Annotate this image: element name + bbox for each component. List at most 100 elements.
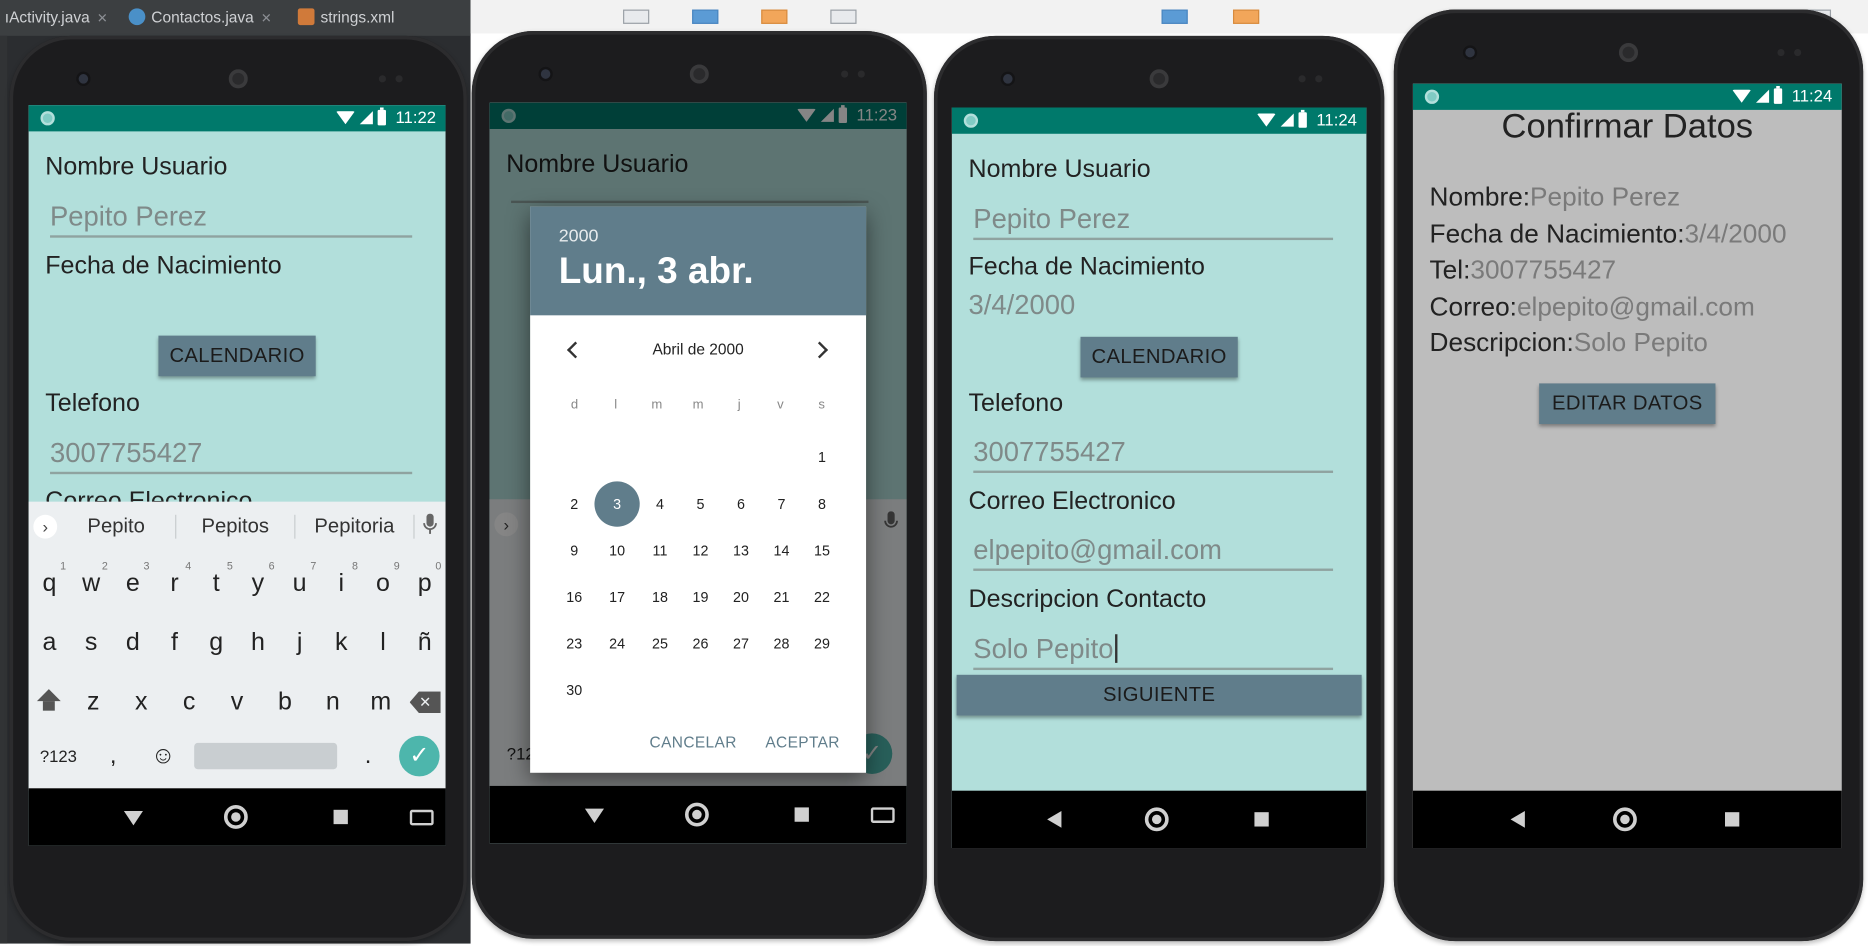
key[interactable]: s bbox=[72, 628, 110, 657]
editor-tab[interactable]: ıActivity.java ✕ bbox=[5, 8, 108, 26]
key[interactable]: n bbox=[314, 688, 352, 717]
key[interactable]: z bbox=[74, 688, 112, 717]
toolbar-icon[interactable] bbox=[623, 9, 650, 24]
suggestion[interactable]: Pepitoria bbox=[295, 514, 415, 539]
cancel-button[interactable]: CANCELAR bbox=[650, 733, 737, 751]
key[interactable]: w2 bbox=[72, 560, 110, 599]
day-cell[interactable]: 17 bbox=[594, 588, 639, 605]
calendario-button[interactable]: CALENDARIO bbox=[158, 335, 316, 377]
next-month-icon[interactable] bbox=[811, 341, 829, 359]
key[interactable]: e3 bbox=[114, 560, 152, 599]
day-cell[interactable]: 5 bbox=[680, 495, 721, 512]
key[interactable]: k bbox=[322, 628, 360, 657]
correo-input[interactable]: elpepito@gmail.com bbox=[973, 534, 1334, 571]
key[interactable]: h bbox=[239, 628, 277, 657]
home-icon[interactable] bbox=[223, 805, 248, 829]
day-cell[interactable]: 22 bbox=[802, 588, 843, 605]
telefono-input[interactable]: 3007755427 bbox=[50, 437, 413, 475]
key[interactable]: d bbox=[114, 628, 152, 657]
back-icon[interactable] bbox=[1047, 810, 1062, 828]
toolbar-icon[interactable] bbox=[1232, 9, 1260, 24]
shift-icon[interactable] bbox=[33, 689, 64, 715]
year-selector[interactable]: 2000 bbox=[559, 226, 599, 246]
symbols-key[interactable]: ?123 bbox=[35, 747, 83, 766]
previous-month-icon[interactable] bbox=[566, 341, 584, 359]
key[interactable]: a bbox=[30, 628, 68, 657]
period-key[interactable]: . bbox=[349, 742, 387, 769]
key[interactable]: b bbox=[266, 688, 304, 717]
day-cell[interactable]: 28 bbox=[761, 635, 802, 652]
emoji-icon[interactable]: ☺ bbox=[144, 742, 182, 769]
keyboard-switch-icon[interactable] bbox=[409, 809, 434, 826]
suggestion[interactable]: Pepito bbox=[57, 514, 177, 539]
key[interactable]: l bbox=[364, 628, 402, 657]
key[interactable]: q1 bbox=[30, 560, 68, 599]
day-cell[interactable]: 19 bbox=[680, 588, 721, 605]
key[interactable]: y6 bbox=[239, 560, 277, 599]
day-cell[interactable]: 15 bbox=[802, 542, 843, 559]
toolbar-icon[interactable] bbox=[761, 9, 788, 24]
key[interactable]: g bbox=[197, 628, 235, 657]
expand-arrow-icon[interactable]: › bbox=[33, 514, 58, 539]
day-cell[interactable]: 26 bbox=[680, 635, 721, 652]
day-cell[interactable]: 4 bbox=[640, 495, 681, 512]
nombre-input[interactable]: Pepito Perez bbox=[50, 201, 413, 238]
day-cell[interactable]: 25 bbox=[640, 635, 681, 652]
recents-icon[interactable] bbox=[794, 807, 809, 822]
day-cell[interactable]: 27 bbox=[721, 635, 762, 652]
toolbar-icon[interactable] bbox=[830, 9, 857, 24]
day-cell[interactable]: 9 bbox=[554, 542, 595, 559]
day-cell[interactable]: 23 bbox=[554, 635, 595, 652]
editor-tab[interactable]: strings.xml bbox=[297, 8, 394, 26]
day-cell[interactable]: 6 bbox=[721, 495, 762, 512]
accept-button[interactable]: ACEPTAR bbox=[765, 733, 840, 751]
key[interactable]: x bbox=[122, 688, 160, 717]
hide-keyboard-icon[interactable] bbox=[584, 808, 604, 823]
space-key[interactable] bbox=[194, 742, 338, 770]
key[interactable]: i8 bbox=[322, 560, 360, 599]
telefono-input[interactable]: 3007755427 bbox=[973, 436, 1334, 473]
key[interactable]: m bbox=[362, 688, 400, 717]
day-cell[interactable]: 8 bbox=[802, 495, 843, 512]
hide-keyboard-icon[interactable] bbox=[123, 810, 143, 826]
key[interactable]: r4 bbox=[155, 560, 193, 599]
siguiente-button[interactable]: SIGUIENTE bbox=[956, 674, 1362, 716]
editor-tab[interactable]: Contactos.java ✕ bbox=[128, 8, 272, 26]
keyboard-switch-icon[interactable] bbox=[870, 807, 895, 823]
day-cell[interactable]: 12 bbox=[680, 542, 721, 559]
close-icon[interactable]: ✕ bbox=[97, 12, 108, 26]
backspace-icon[interactable]: ✕ bbox=[409, 691, 441, 714]
recents-icon[interactable] bbox=[1254, 812, 1269, 827]
close-icon[interactable]: ✕ bbox=[261, 12, 272, 26]
toolbar-icon[interactable] bbox=[692, 9, 719, 24]
day-cell[interactable]: 11 bbox=[640, 542, 681, 559]
day-cell[interactable]: 7 bbox=[761, 495, 802, 512]
day-cell[interactable]: 16 bbox=[554, 588, 595, 605]
key[interactable]: v bbox=[218, 688, 256, 717]
suggestion[interactable]: Pepitos bbox=[176, 514, 296, 539]
key[interactable]: o9 bbox=[364, 560, 402, 599]
enter-check-icon[interactable]: ✓ bbox=[399, 735, 440, 777]
key[interactable]: j bbox=[281, 628, 319, 657]
day-cell[interactable]: 24 bbox=[594, 635, 639, 652]
key[interactable]: p0 bbox=[406, 560, 444, 599]
day-cell[interactable]: 14 bbox=[761, 542, 802, 559]
day-cell[interactable]: 13 bbox=[721, 542, 762, 559]
day-cell[interactable]: 1 bbox=[802, 448, 843, 465]
recents-icon[interactable] bbox=[333, 809, 348, 825]
key[interactable]: ñ bbox=[406, 628, 444, 657]
key[interactable]: c bbox=[170, 688, 208, 717]
microphone-icon[interactable] bbox=[415, 512, 446, 540]
back-icon[interactable] bbox=[1510, 810, 1525, 828]
home-icon[interactable] bbox=[1144, 807, 1169, 832]
key[interactable]: u7 bbox=[281, 560, 319, 599]
home-icon[interactable] bbox=[1613, 807, 1637, 832]
day-cell[interactable]: 18 bbox=[640, 588, 681, 605]
day-cell[interactable]: 29 bbox=[802, 635, 843, 652]
day-cell[interactable]: 20 bbox=[721, 588, 762, 605]
day-cell[interactable]: 10 bbox=[594, 542, 639, 559]
key[interactable]: f bbox=[155, 628, 193, 657]
day-cell[interactable]: 21 bbox=[761, 588, 802, 605]
day-cell[interactable]: 2 bbox=[554, 495, 595, 512]
comma-key[interactable]: , bbox=[94, 742, 132, 769]
